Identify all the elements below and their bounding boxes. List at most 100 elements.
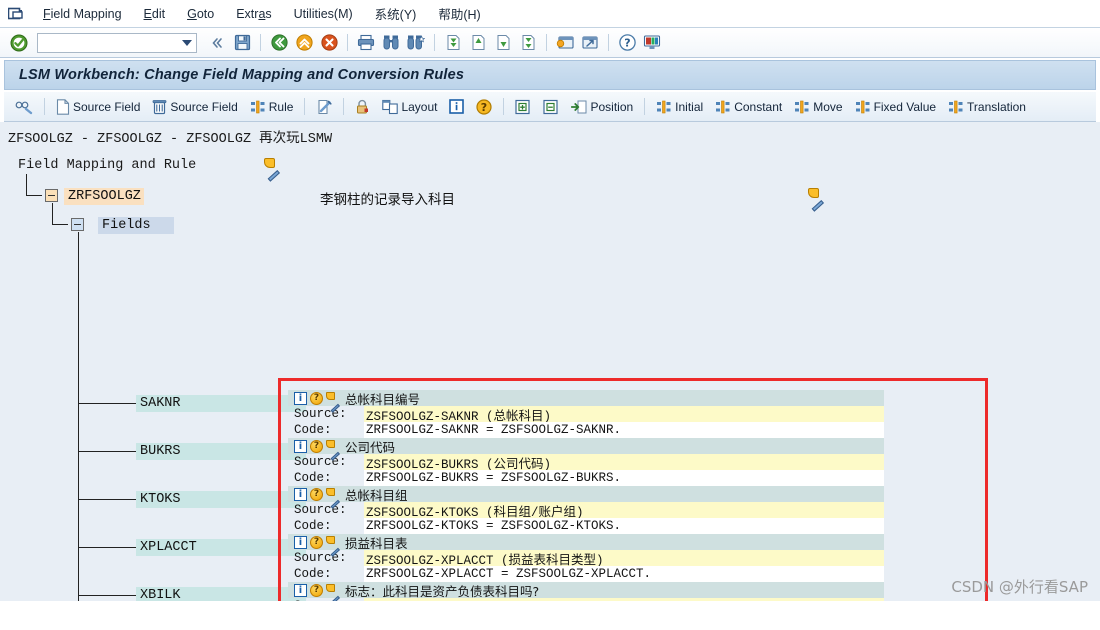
exit-button[interactable] — [293, 32, 315, 54]
translation-button[interactable]: Translation — [943, 95, 1031, 119]
info-icon[interactable]: i — [294, 535, 307, 549]
new-session-icon[interactable] — [554, 32, 576, 54]
source-value[interactable]: ZSFSOOLGZ-XPLACCT (损益表科目类型) — [364, 550, 884, 568]
tree-node-saknr[interactable]: SAKNR — [136, 395, 306, 412]
source-value[interactable]: ZSFSOOLGZ-BUKRS (公司代码) — [364, 454, 884, 472]
move-button[interactable]: Move — [789, 95, 847, 119]
toolbar-separator — [304, 98, 306, 115]
menu-item-utilities[interactable]: Utilities(M) — [283, 5, 364, 23]
source-value[interactable]: ZSFSOOLGZ-XBILK (资产负债还是损益) — [364, 598, 884, 601]
edit-pencil-icon[interactable] — [326, 583, 340, 601]
info-icon[interactable]: i — [294, 583, 307, 597]
command-field[interactable] — [37, 32, 197, 53]
mapping-source-row[interactable]: Source: ZSFSOOLGZ-KTOKS (科目组/账户组) — [288, 502, 884, 520]
info-icon[interactable]: i — [294, 391, 307, 405]
menu-item-field-mapping[interactable]: FField Mappingield Mapping — [32, 5, 133, 23]
rule-button[interactable]: Rule — [245, 95, 299, 119]
tree-connector — [26, 174, 27, 196]
source-label: Source: — [294, 503, 347, 517]
menu-item-help[interactable]: 帮助(H) — [427, 2, 491, 25]
delete-source-field-button[interactable]: Source Field — [147, 95, 242, 119]
tree-node-fields[interactable]: Fields — [98, 217, 174, 234]
lock-button[interactable] — [350, 95, 375, 119]
help-question-icon[interactable]: ? — [310, 439, 323, 453]
mapping-source-row[interactable]: Source: ZSFSOOLGZ-XBILK (资产负债还是损益) — [288, 598, 884, 601]
display-change-button[interactable] — [10, 95, 38, 119]
collapse-button[interactable] — [538, 95, 564, 119]
position-button[interactable]: Position — [566, 95, 638, 119]
previous-page-button[interactable] — [467, 32, 489, 54]
menu-item-system[interactable]: 系统(Y) — [364, 2, 428, 25]
collapse-toolbar-button[interactable] — [206, 32, 228, 54]
create-source-field-button[interactable]: Source Field — [51, 95, 145, 119]
help-question-icon[interactable]: ? — [310, 391, 323, 405]
tree-node-xplacct[interactable]: XPLACCT — [136, 539, 306, 556]
edit-pencil-icon[interactable] — [326, 535, 340, 557]
tree-node-xbilk[interactable]: XBILK — [136, 587, 306, 601]
tree-connector — [78, 403, 136, 404]
find-next-button[interactable] — [405, 32, 427, 54]
edit-button[interactable] — [311, 95, 337, 119]
source-label: Source: — [294, 407, 347, 421]
print-button[interactable] — [355, 32, 377, 54]
first-page-button[interactable] — [442, 32, 464, 54]
constant-button[interactable]: Constant — [710, 95, 787, 119]
expand-button[interactable] — [510, 95, 536, 119]
shortcut-icon[interactable] — [579, 32, 601, 54]
rule-icon — [250, 99, 266, 115]
help-question-icon: ? — [476, 98, 493, 115]
last-page-button[interactable] — [517, 32, 539, 54]
mapping-source-row[interactable]: Source: ZSFSOOLGZ-SAKNR (总帐科目) — [288, 406, 884, 424]
structure-pencil-icon[interactable] — [808, 188, 824, 212]
toolbar-separator — [546, 34, 547, 51]
menu-item-goto[interactable]: Goto — [176, 5, 225, 23]
edit-pencil-icon[interactable] — [326, 487, 340, 509]
cancel-button[interactable] — [318, 32, 340, 54]
sap-system-menu-icon[interactable] — [4, 4, 26, 24]
menu-item-extras[interactable]: Extras — [225, 5, 282, 23]
find-button[interactable] — [380, 32, 402, 54]
mapping-source-row[interactable]: Source: ZSFSOOLGZ-XPLACCT (损益表科目类型) — [288, 550, 884, 568]
menu-item-edit[interactable]: Edit — [133, 5, 177, 23]
mapping-source-row[interactable]: Source: ZSFSOOLGZ-BUKRS (公司代码) — [288, 454, 884, 472]
code-value[interactable]: ZRFSOOLGZ-KTOKS = ZSFSOOLGZ-KTOKS. — [364, 518, 884, 534]
edit-pencil-icon[interactable] — [326, 439, 340, 461]
info-button[interactable] — [444, 95, 469, 119]
source-label: Source: — [294, 455, 347, 469]
help-question-icon[interactable]: ? — [616, 32, 638, 54]
help-field-button[interactable]: ? — [471, 95, 497, 119]
tree-connector — [78, 595, 136, 596]
expand-node-icon — [515, 99, 531, 115]
tree-toggle-fields[interactable] — [71, 218, 84, 231]
chevron-down-icon[interactable] — [182, 39, 192, 46]
code-value[interactable]: ZRFSOOLGZ-SAKNR = ZSFSOOLGZ-SAKNR. — [364, 422, 884, 438]
source-value[interactable]: ZSFSOOLGZ-KTOKS (科目组/账户组) — [364, 502, 884, 520]
rule-icon — [948, 99, 964, 115]
help-question-icon[interactable]: ? — [310, 535, 323, 549]
tree-node-zrfsoolgz-description: 李钢柱的记录导入科目 — [320, 194, 455, 209]
source-value[interactable]: ZSFSOOLGZ-SAKNR (总帐科目) — [364, 406, 884, 424]
enter-button[interactable] — [8, 32, 30, 54]
watermark: CSDN @外行看SAP — [951, 578, 1088, 596]
save-button[interactable] — [231, 32, 253, 54]
edit-pencil-icon[interactable] — [326, 391, 340, 413]
tree-node-ktoks[interactable]: KTOKS — [136, 491, 306, 508]
local-layout-icon[interactable] — [641, 32, 663, 54]
info-icon[interactable]: i — [294, 439, 307, 453]
initial-button[interactable]: Initial — [651, 95, 708, 119]
info-icon[interactable]: i — [294, 487, 307, 501]
tree-node-bukrs[interactable]: BUKRS — [136, 443, 306, 460]
code-label: Code: — [294, 471, 332, 485]
layout-button[interactable]: Layout — [377, 95, 442, 119]
code-value[interactable]: ZRFSOOLGZ-BUKRS = ZSFSOOLGZ-BUKRS. — [364, 470, 884, 486]
tree-connector — [26, 195, 42, 196]
back-button[interactable] — [268, 32, 290, 54]
help-question-icon[interactable]: ? — [310, 583, 323, 597]
fixed-value-button[interactable]: Fixed Value — [850, 95, 941, 119]
tree-connector — [78, 547, 136, 548]
tree-node-zrfsoolgz[interactable]: ZRFSOOLGZ — [64, 188, 144, 205]
next-page-button[interactable] — [492, 32, 514, 54]
tree-toggle-zrfsoolgz[interactable] — [45, 189, 58, 202]
rule-pencil-icon[interactable] — [264, 158, 280, 182]
help-question-icon[interactable]: ? — [310, 487, 323, 501]
